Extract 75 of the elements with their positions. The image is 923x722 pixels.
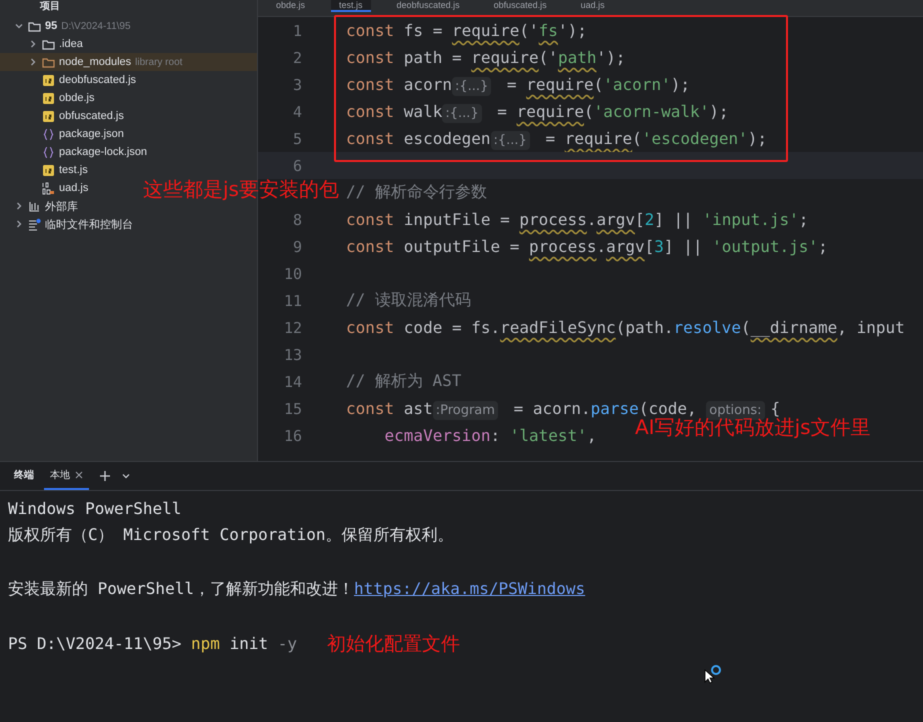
- file-name: package.json: [59, 128, 124, 140]
- folder-name: 95: [45, 20, 58, 32]
- library-root-label: library root: [135, 56, 182, 68]
- editor-tab[interactable]: uad.js: [572, 0, 613, 10]
- line-number: 5: [292, 130, 302, 148]
- terminal-line: PS D:\V2024-11\95> npm init -y: [8, 634, 298, 653]
- close-icon[interactable]: [75, 471, 83, 479]
- file-name: 临时文件和控制台: [45, 218, 133, 232]
- line-number: 2: [292, 48, 302, 66]
- js-file-icon: [42, 92, 55, 104]
- editor-tab[interactable]: deobfuscated.js: [388, 0, 468, 10]
- busy-cursor-icon: [704, 664, 722, 684]
- folder-path: D:\V2024-11\95: [61, 20, 131, 32]
- file-name: 外部库: [45, 200, 78, 214]
- file-name: .idea: [59, 38, 83, 50]
- code-line: // 读取混淆代码: [346, 290, 471, 311]
- line-number: 13: [282, 346, 302, 364]
- braces-icon: [42, 128, 55, 140]
- file-name: node_modules: [59, 56, 132, 68]
- editor-tab[interactable]: test.js: [331, 0, 371, 12]
- file-name: test.js: [59, 164, 88, 176]
- line-number: 16: [282, 426, 302, 444]
- folder-icon: [42, 38, 55, 50]
- editor-tab[interactable]: obde.js: [268, 0, 314, 10]
- line-number: 3: [292, 76, 302, 94]
- file-name: package-lock.json: [59, 146, 148, 158]
- code-line: const escodegen :{...} = require('escodegen');: [346, 129, 768, 148]
- file-name: obfuscated.js: [59, 110, 124, 122]
- file-name: obde.js: [59, 92, 94, 104]
- line-number: 1: [292, 22, 302, 40]
- editor-tab[interactable]: obfuscated.js: [486, 0, 555, 10]
- chevron-down-icon[interactable]: [14, 21, 24, 31]
- annotation-text: 初始化配置文件: [327, 632, 460, 657]
- line-number: 9: [292, 238, 302, 256]
- annotation-text: AI写好的代码放进js文件里: [635, 415, 871, 441]
- line-number: 8: [292, 210, 302, 228]
- terminal-line: 安装最新的 PowerShell，了解新功能和改进！https://aka.ms/PSWindows: [8, 579, 586, 600]
- code-line: const outputFile = process.argv[3] || 'output.js';: [346, 237, 828, 256]
- panel-title: 项目: [40, 1, 60, 13]
- code-line: ecmaVersion: 'latest',: [384, 426, 596, 445]
- code-line: const acorn :{...} = require('acorn');: [346, 75, 690, 94]
- list-icon: [28, 218, 41, 230]
- braces-icon: [42, 146, 55, 158]
- line-number: 4: [292, 102, 302, 120]
- js-file-icon: [42, 164, 55, 176]
- code-line: const fs = require('fs');: [346, 21, 587, 40]
- terminal-tab[interactable]: 本地: [44, 462, 89, 490]
- folder-icon: [28, 20, 41, 32]
- file-name: deobfuscated.js: [59, 74, 136, 86]
- line-number: 14: [282, 372, 302, 390]
- line-number: 11: [282, 292, 302, 310]
- file-name: uad.js: [59, 182, 88, 194]
- code-line: const walk :{...} = require('acorn-walk');: [346, 102, 728, 121]
- terminal-title: 终端: [14, 470, 34, 482]
- annotation-text: 这些都是js要安装的包: [143, 176, 339, 203]
- code-line: const ast :Program = acorn.parse(code, options: {: [346, 399, 780, 418]
- line-number: 15: [282, 400, 302, 418]
- folder-icon: [42, 56, 55, 68]
- minified-file-icon: [42, 182, 55, 194]
- line-number: 10: [282, 264, 302, 282]
- plus-icon[interactable]: [99, 470, 111, 482]
- bar-chart-icon: [28, 200, 41, 212]
- code-line: const inputFile = process.argv[2] || 'input.js';: [346, 210, 808, 229]
- code-line: // 解析命令行参数: [346, 182, 487, 203]
- chevron-down-icon[interactable]: [121, 471, 131, 481]
- code-line: const code = fs.readFileSync(path.resolve(__dirname, input: [346, 318, 905, 337]
- code-line: // 解析为 AST: [346, 371, 462, 392]
- line-number: 6: [292, 156, 302, 174]
- line-number: 12: [282, 318, 302, 336]
- library-row[interactable]: node_modules library root: [0, 53, 257, 71]
- terminal-line: Windows PowerShell: [8, 499, 182, 518]
- terminal-line: 版权所有（C） Microsoft Corporation。保留所有权利。: [8, 525, 454, 546]
- js-file-icon: [42, 110, 55, 122]
- js-file-icon: [42, 74, 55, 86]
- code-line: const path = require('path');: [346, 48, 626, 67]
